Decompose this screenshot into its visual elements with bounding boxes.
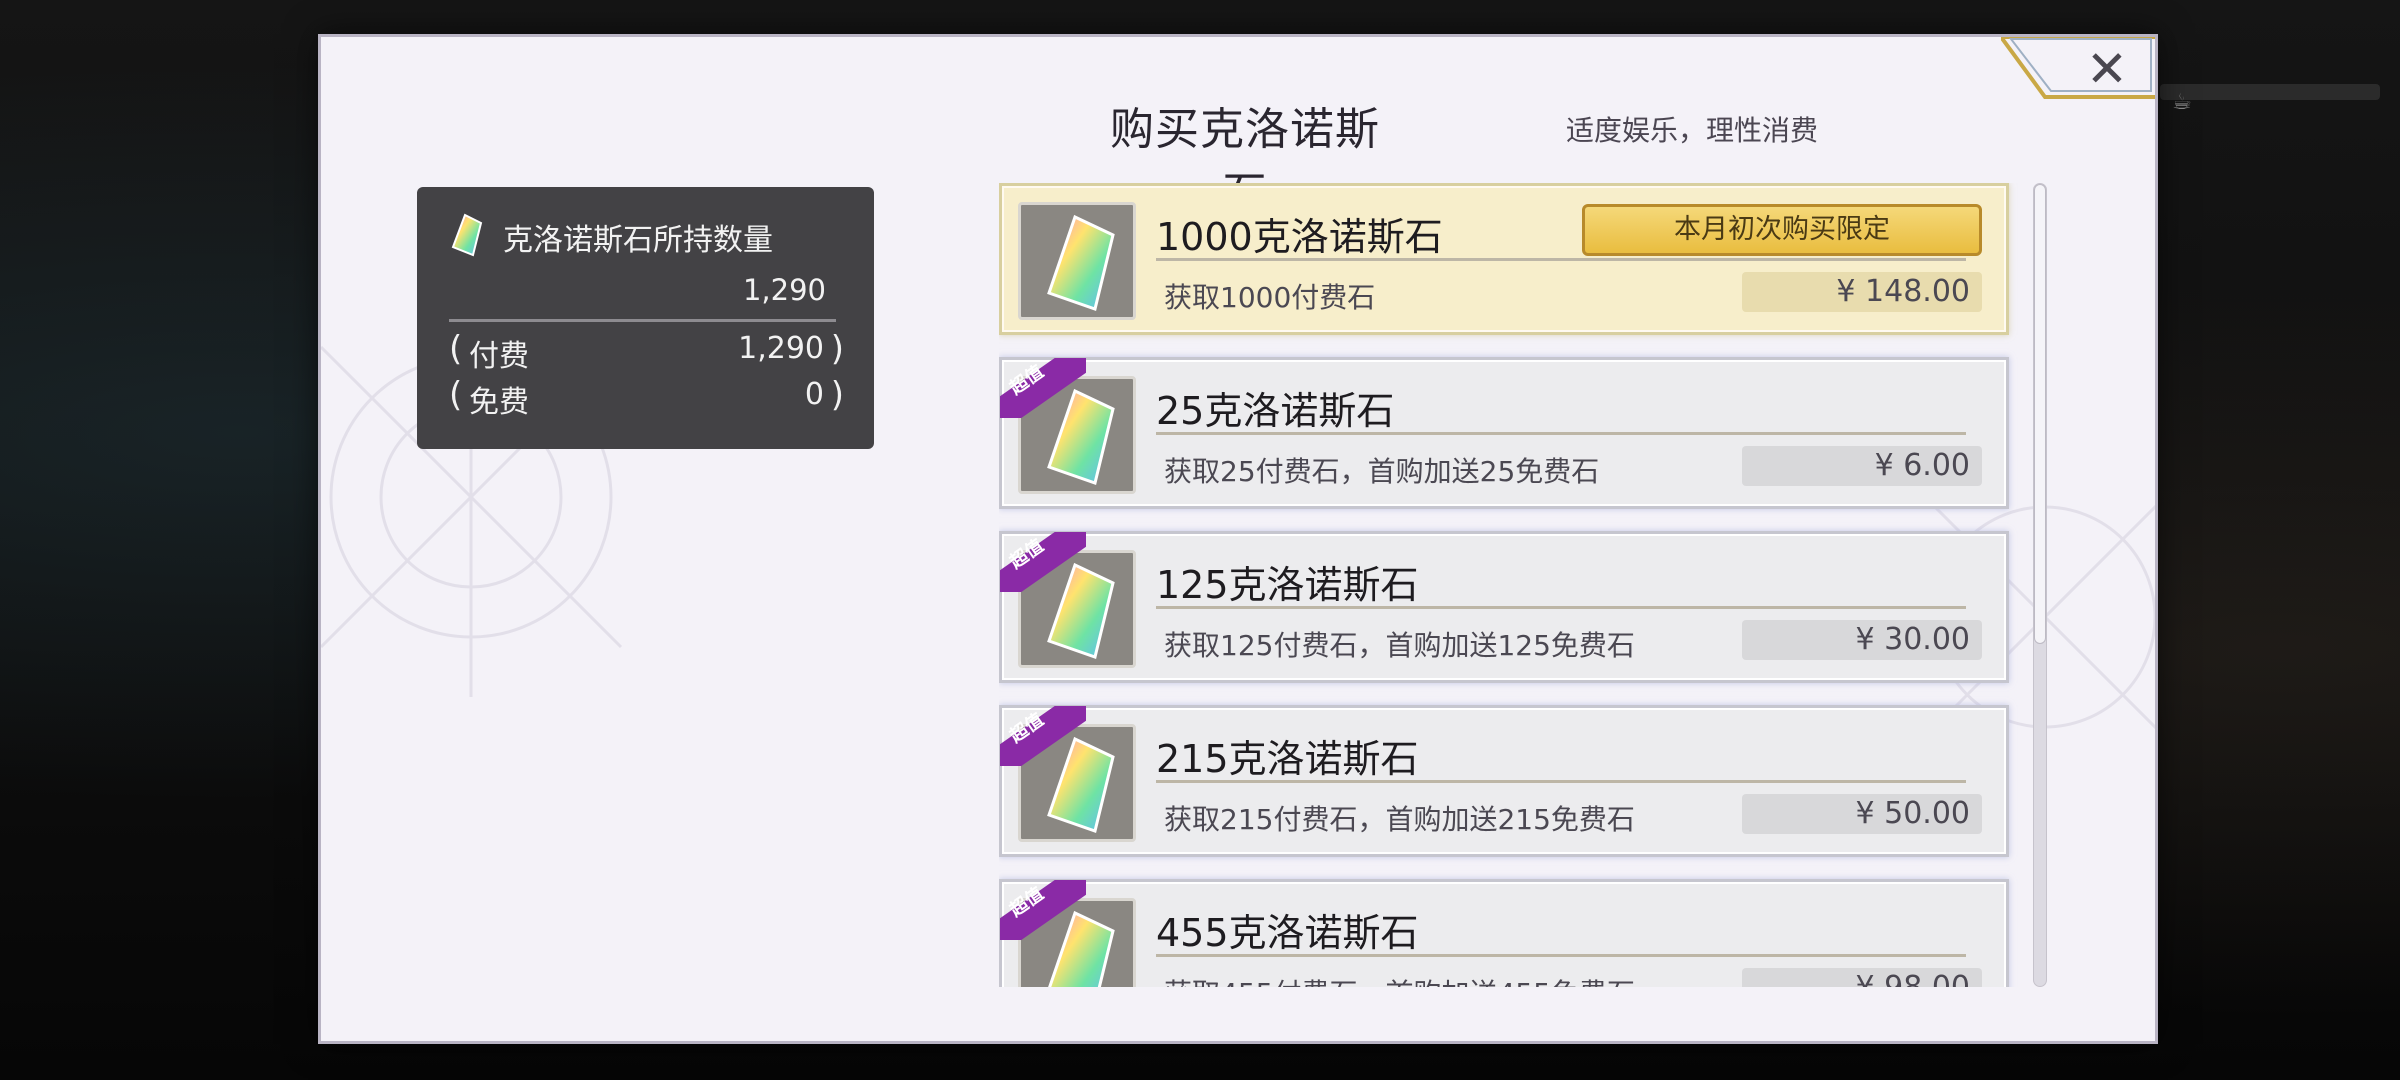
purchase-dialog: 购买克洛诺斯石 适度娱乐，理性消费 ✕ 克洛诺斯石所持数量 1,290 ( — [318, 34, 2158, 1044]
close-button[interactable]: ✕ — [2001, 37, 2155, 103]
product-separator — [1156, 954, 1966, 957]
product-item[interactable]: 1000克洛诺斯石 本月初次购买限定 获取1000付费石 ¥ 148.00 — [999, 183, 2009, 335]
price-button[interactable]: ¥ 98.00 — [1742, 968, 1982, 987]
value-ribbon: 超值 — [1000, 880, 1086, 940]
product-separator — [1156, 258, 1966, 261]
product-name: 125克洛诺斯石 — [1156, 563, 1419, 607]
product-description: 获取125付费石，首购加送125免费石 — [1164, 629, 1635, 662]
paren-close: ) — [830, 329, 844, 369]
dialog-subtitle: 适度娱乐，理性消费 — [1566, 114, 1819, 147]
chronos-stone-icon — [1018, 202, 1136, 320]
paren-close: ) — [830, 375, 844, 415]
product-name: 215克洛诺斯石 — [1156, 737, 1419, 781]
balance-divider — [449, 319, 836, 322]
stone-balance-panel: 克洛诺斯石所持数量 1,290 ( 付费 1,290 ) ( 免费 0 ) — [417, 187, 874, 449]
product-item[interactable]: 超值 125克洛诺斯石 获取125付费石，首购加送125免费石 ¥ 30.00 — [999, 531, 2009, 683]
product-description: 获取25付费石，首购加送25免费石 — [1164, 455, 1600, 488]
product-list-scrollbar[interactable] — [2033, 183, 2047, 987]
close-icon[interactable]: ✕ — [2077, 39, 2137, 99]
free-label: 免费 — [469, 385, 529, 420]
paid-label: 付费 — [469, 339, 529, 374]
product-description: 获取455付费石，首购加送455免费石 — [1164, 972, 1635, 987]
value-ribbon: 超值 — [1000, 358, 1086, 418]
product-name: 1000克洛诺斯石 — [1156, 215, 1443, 259]
product-description: 获取1000付费石 — [1164, 281, 1376, 314]
free-balance-row: ( 免费 0 ) — [449, 375, 844, 420]
product-separator — [1156, 780, 1966, 783]
background-hud-strip — [2160, 84, 2380, 100]
paren-open: ( — [449, 375, 463, 415]
paren-open: ( — [449, 329, 463, 369]
scrollbar-thumb[interactable] — [2034, 184, 2046, 644]
first-purchase-limit-badge: 本月初次购买限定 — [1582, 204, 1982, 256]
balance-label: 克洛诺斯石所持数量 — [503, 223, 773, 258]
product-item[interactable]: 超值 455克洛诺斯石 获取455付费石，首购加送455免费石 ¥ 98.00 — [999, 879, 2009, 987]
product-item[interactable]: 超值 25克洛诺斯石 获取25付费石，首购加送25免费石 ¥ 6.00 — [999, 357, 2009, 509]
chronos-stone-icon — [451, 213, 483, 257]
price-button[interactable]: ¥ 6.00 — [1742, 446, 1982, 486]
paid-value: 1,290 — [738, 331, 824, 366]
price-button[interactable]: ¥ 148.00 — [1742, 272, 1982, 312]
price-button[interactable]: ¥ 30.00 — [1742, 620, 1982, 660]
free-value: 0 — [804, 377, 824, 412]
product-separator — [1156, 606, 1966, 609]
balance-total: 1,290 — [742, 273, 826, 307]
product-separator — [1156, 432, 1966, 435]
product-description: 获取215付费石，首购加送215免费石 — [1164, 803, 1635, 836]
background-hud-icon: ☕ — [2172, 90, 2192, 115]
paid-balance-row: ( 付费 1,290 ) — [449, 329, 844, 374]
price-button[interactable]: ¥ 50.00 — [1742, 794, 1982, 834]
product-name: 455克洛诺斯石 — [1156, 911, 1419, 955]
product-name: 25克洛诺斯石 — [1156, 389, 1395, 433]
value-ribbon: 超值 — [1000, 706, 1086, 766]
product-list[interactable]: 1000克洛诺斯石 本月初次购买限定 获取1000付费石 ¥ 148.00 超值… — [999, 183, 2019, 987]
value-ribbon: 超值 — [1000, 532, 1086, 592]
product-item[interactable]: 超值 215克洛诺斯石 获取215付费石，首购加送215免费石 ¥ 50.00 — [999, 705, 2009, 857]
